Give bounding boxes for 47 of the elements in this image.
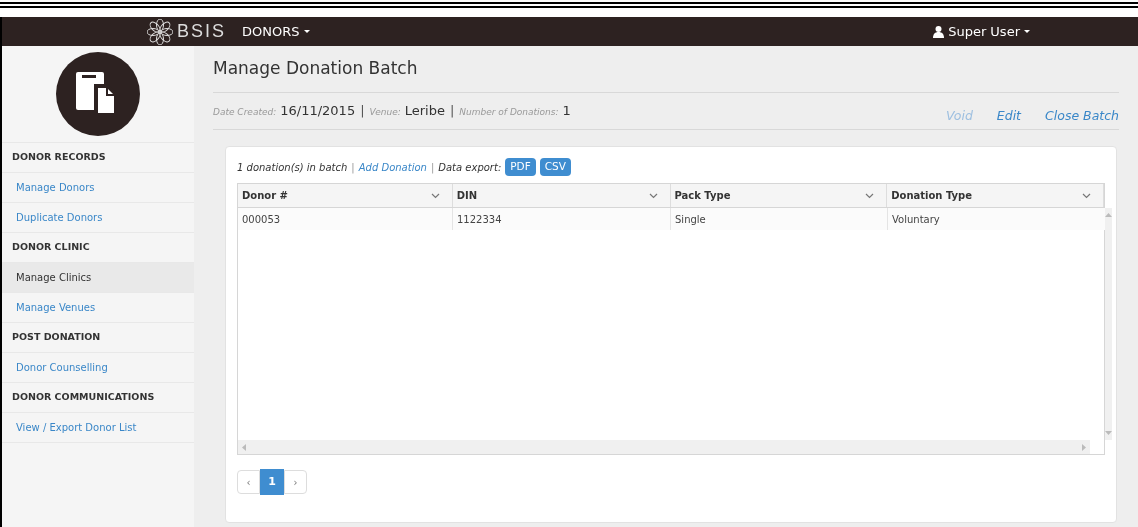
separator: |	[360, 102, 365, 121]
scroll-up-icon	[1105, 213, 1112, 217]
table-cell: 1122334	[453, 208, 671, 230]
detail-label: Venue:	[369, 106, 401, 120]
column-header[interactable]: Donation Type	[887, 184, 1104, 207]
separator: |	[430, 160, 435, 175]
export-button[interactable]: CSV	[539, 158, 571, 176]
column-header[interactable]: Donor #	[238, 184, 453, 207]
action-link[interactable]: Close Batch	[1045, 106, 1119, 126]
caret-icon	[1024, 29, 1030, 34]
export-label: Data export:	[438, 160, 502, 175]
caret-icon	[303, 29, 310, 34]
sort-caret-icon[interactable]	[430, 192, 440, 199]
sort-caret-icon[interactable]	[1082, 192, 1091, 199]
donors-menu[interactable]: DONORS	[242, 21, 310, 42]
page-title: Manage Donation Batch	[213, 46, 1119, 93]
documents-icon	[56, 52, 140, 136]
user-icon	[933, 25, 945, 38]
table-cell: 000053	[238, 208, 453, 230]
column-header[interactable]: Pack Type	[670, 184, 888, 207]
flower-logo-icon	[147, 18, 173, 45]
scroll-left-icon	[242, 443, 246, 451]
sort-caret-icon[interactable]	[865, 192, 875, 199]
column-header[interactable]: DIN	[452, 184, 671, 207]
batch-count: 1 donation(s) in batch	[237, 160, 348, 175]
detail-label: Number of Donations:	[459, 106, 559, 120]
export-button[interactable]: PDF	[505, 158, 536, 176]
scroll-down-icon	[1105, 431, 1112, 435]
scroll-right-icon	[1082, 443, 1086, 451]
table-cell: Single	[671, 208, 888, 230]
vertical-scrollbar[interactable]	[1105, 208, 1112, 440]
separator: |	[449, 102, 455, 121]
separator: |	[351, 160, 355, 175]
brand-logo[interactable]: BSIS	[177, 18, 227, 45]
detail-value: Leribe	[404, 102, 445, 121]
sort-caret-icon[interactable]	[648, 192, 658, 199]
next-page-button[interactable]: ›	[284, 470, 307, 494]
detail-label: Date Created:	[213, 106, 277, 120]
page-button[interactable]: 1	[260, 469, 284, 495]
add-donation-link[interactable]: Add Donation	[358, 159, 427, 175]
table-cell-text: Voluntary	[891, 212, 941, 227]
detail-value: 1	[562, 102, 571, 121]
horizontal-scrollbar[interactable]	[238, 440, 1090, 454]
action-link[interactable]: Edit	[996, 106, 1022, 126]
sidebar-link[interactable]: Manage Clinics	[2, 262, 194, 292]
detail-value: 16/11/2015	[280, 102, 356, 121]
user-menu[interactable]: Super User	[933, 21, 1030, 42]
